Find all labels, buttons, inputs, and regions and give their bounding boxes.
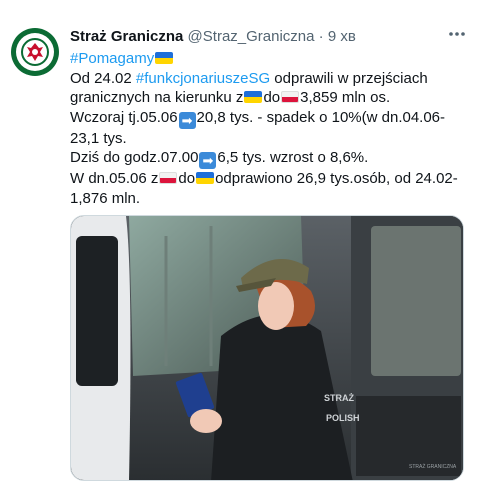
tweet-photo[interactable]: STRAŻ POLISH STRAŻ GRANICZNA (70, 215, 464, 481)
text-segment: do (178, 170, 196, 187)
vest-text-1: STRAŻ (324, 393, 354, 403)
author-handle[interactable]: @Straz_Graniczna (188, 28, 315, 45)
right-arrow-icon: ➡ (199, 152, 217, 169)
text-segment: Od 24.02 (70, 69, 136, 87)
text-segment: Dziś do godz.07.00 (70, 149, 199, 166)
ukraine-flag-icon (196, 172, 215, 184)
ukraine-flag-icon (244, 91, 263, 103)
avatar[interactable] (11, 28, 59, 76)
right-arrow-icon: ➡ (178, 111, 196, 129)
poland-flag-icon (281, 91, 300, 103)
text-segment: W dn.05.06 z (70, 170, 159, 187)
more-options-icon[interactable] (446, 26, 468, 44)
paragraph-3: Dziś do godz.07.00 ➡ 6,5 tys. wzrost o 8,6… (70, 148, 470, 169)
vest-text-2: POLISH (326, 413, 360, 423)
hashtag-line: #Pomagamy (70, 49, 470, 69)
text-segment: do (263, 89, 281, 106)
tweet-text: #Pomagamy Od 24.02 #funkcjonariuszeSG od… (70, 49, 470, 208)
hashtag-pomagamy[interactable]: #Pomagamy (70, 50, 154, 67)
paragraph-2: Wczoraj tj.05.06 ➡ 20,8 tys. - spadek o 10… (70, 108, 470, 149)
border-guard-emblem-icon (16, 33, 54, 71)
officer-face (258, 282, 294, 330)
text-segment: 3,859 mln os. (300, 89, 391, 106)
paragraph-1: Od 24.02 #funkcjonariuszeSG odprawili w … (70, 69, 470, 108)
poland-flag-icon (159, 172, 178, 184)
hashtag-funkcjonariusze[interactable]: #funkcjonariuszeSG (136, 70, 270, 87)
author-name[interactable]: Straż Graniczna (70, 28, 183, 45)
van-window-left (76, 236, 118, 386)
watermark: STRAŻ GRANICZNA (409, 463, 457, 470)
ukraine-flag-icon (155, 52, 174, 64)
paragraph-4: W dn.05.06 z do odprawiono 26,9 tys.osób, … (70, 169, 470, 208)
text-segment: 6,5 tys. wzrost o 8,6%. (217, 149, 369, 166)
timestamp[interactable]: 9 хв (328, 28, 356, 45)
tweet-header: Straż Graniczna @Straz_Graniczna · 9 хв (70, 28, 440, 46)
text-segment: Wczoraj tj.05.06 (70, 108, 178, 126)
meta-separator: · (318, 28, 324, 45)
